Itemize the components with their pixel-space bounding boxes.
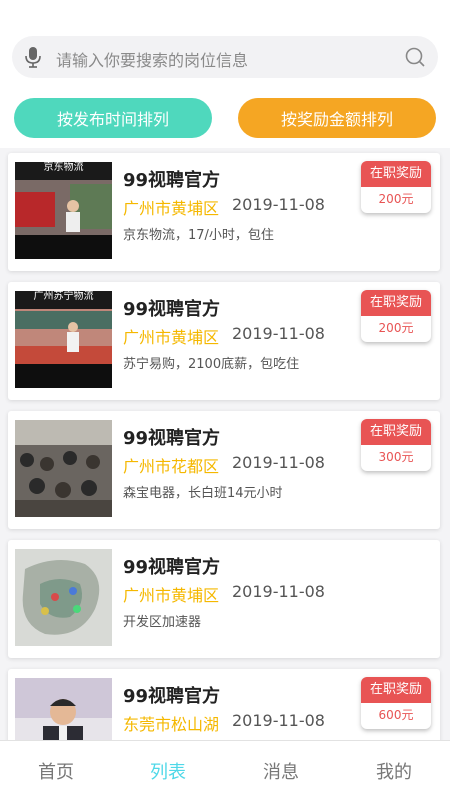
job-location: 广州市花都区 [123, 457, 220, 476]
job-description: 森宝电器，长白班14元小时 [123, 486, 283, 501]
reward-badge: 在职奖励 600元 [361, 677, 431, 729]
job-card[interactable]: 99视聘官方 广州市花都区 2019-11-08 森宝电器，长白班14元小时 在… [8, 411, 440, 529]
job-date: 2019-11-08 [232, 582, 325, 601]
reward-badge: 在职奖励 200元 [361, 161, 431, 213]
reward-amount: 300元 [378, 450, 414, 464]
search-icon[interactable] [404, 46, 426, 68]
job-title: 99视聘官方 [123, 299, 221, 320]
job-card[interactable]: 广州苏宁物流 99视聘官方 广州市黄埔区 2019-11-08 苏宁易购，210… [8, 282, 440, 400]
reward-label: 在职奖励 [361, 419, 431, 445]
job-title: 99视聘官方 [123, 170, 221, 191]
reward-badge: 在职奖励 300元 [361, 419, 431, 471]
job-title: 99视聘官方 [123, 557, 221, 578]
sort-by-reward-button[interactable]: 按奖励金额排列 [238, 98, 436, 138]
job-card[interactable]: 99视聘官方 广州市黄埔区 2019-11-08 开发区加速器 [8, 540, 440, 658]
job-date: 2019-11-08 [232, 195, 325, 214]
tab-messages[interactable]: 消息 [225, 758, 337, 784]
job-description: 京东物流，17/小时，包住 [123, 228, 274, 243]
reward-label: 在职奖励 [361, 161, 431, 187]
job-location: 广州市黄埔区 [123, 586, 220, 605]
job-description: 苏宁易购，2100底薪，包吃住 [123, 357, 300, 372]
job-title: 99视聘官方 [123, 686, 221, 707]
job-thumbnail [15, 549, 112, 646]
job-thumbnail [15, 420, 112, 517]
tab-list[interactable]: 列表 [112, 758, 224, 784]
tab-home[interactable]: 首页 [0, 758, 112, 784]
reward-amount: 200元 [378, 321, 414, 335]
tab-mine[interactable]: 我的 [338, 758, 450, 784]
thumbnail-caption: 京东物流 [43, 162, 84, 173]
job-location: 广州市黄埔区 [123, 199, 220, 218]
bottom-tab-bar: 首页 列表 消息 我的 [0, 740, 450, 801]
job-date: 2019-11-08 [232, 711, 325, 730]
microphone-icon[interactable] [24, 46, 42, 68]
job-title: 99视聘官方 [123, 428, 221, 449]
search-placeholder: 请输入你要搜索的岗位信息 [56, 51, 249, 70]
reward-badge: 在职奖励 200元 [361, 290, 431, 342]
job-date: 2019-11-08 [232, 453, 325, 472]
job-location: 东莞市松山湖 [123, 715, 220, 734]
reward-label: 在职奖励 [361, 677, 431, 703]
search-area: 请输入你要搜索的岗位信息 [0, 0, 450, 95]
job-thumbnail: 京东物流 [15, 162, 112, 259]
reward-amount: 200元 [378, 192, 414, 206]
reward-amount: 600元 [378, 708, 414, 722]
job-description: 开发区加速器 [123, 615, 202, 630]
search-input[interactable]: 请输入你要搜索的岗位信息 [12, 36, 438, 78]
reward-label: 在职奖励 [361, 290, 431, 316]
job-thumbnail: 广州苏宁物流 [15, 291, 112, 388]
job-card[interactable]: 京东物流 99视聘官方 广州市黄埔区 2019-11-08 京东物流，17/小时… [8, 153, 440, 271]
job-location: 广州市黄埔区 [123, 328, 220, 347]
sort-bar: 按发布时间排列 按奖励金额排列 [0, 95, 450, 148]
sort-by-time-button[interactable]: 按发布时间排列 [14, 98, 212, 138]
thumbnail-caption: 广州苏宁物流 [33, 291, 94, 302]
job-date: 2019-11-08 [232, 324, 325, 343]
